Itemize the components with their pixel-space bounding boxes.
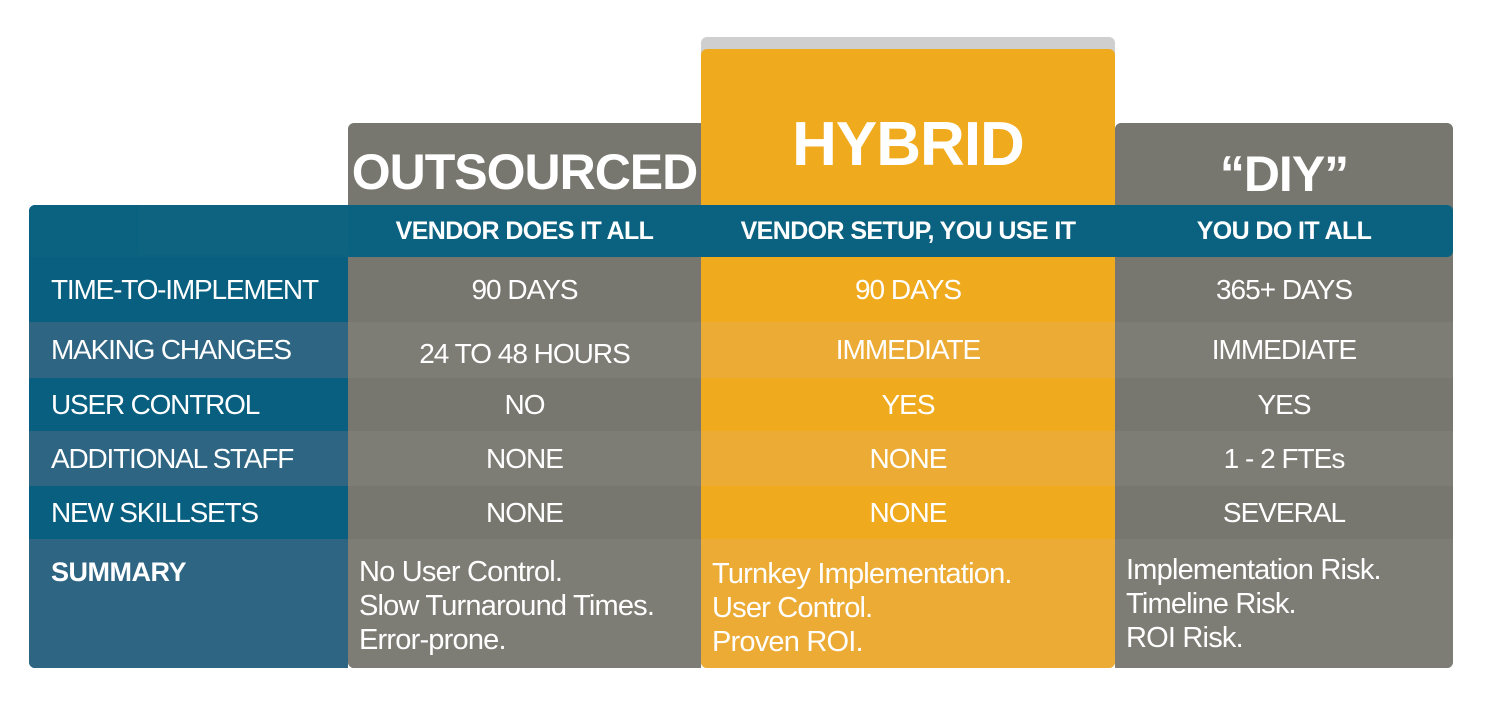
row-label-new-skillsets: NEW SKILLSETS: [29, 486, 348, 539]
subtitle-diy: YOU DO IT ALL: [1196, 216, 1372, 245]
cell-outsourced-new-skillsets: NONE: [486, 496, 564, 528]
cell-diy-making-changes: IMMEDIATE: [1115, 322, 1453, 378]
row-label-user-control: USER CONTROL: [29, 378, 348, 431]
row-label-additional-staff: ADDITIONAL STAFF: [29, 431, 348, 486]
cell-hybrid-user-control: YES: [881, 388, 935, 420]
cell-diy-time-to-implement: 365+ DAYS: [1215, 273, 1353, 305]
label-panel-header-band: [29, 205, 348, 257]
summary-line: Proven ROI.: [712, 626, 864, 658]
subtitle-hybrid: VENDOR SETUP, YOU USE IT: [740, 216, 1076, 245]
cell-outsourced-time-to-implement: 90 DAYS: [471, 273, 578, 305]
cell-diy-new-skillsets: SEVERAL: [1222, 496, 1346, 528]
cell-outsourced-summary: No User Control. Slow Turnaround Times. …: [348, 539, 701, 668]
column-title-diy: “DIY”: [1219, 146, 1349, 202]
cell-hybrid-summary: Turnkey Implementation. User Control. Pr…: [701, 539, 1115, 668]
summary-line: Slow Turnaround Times.: [359, 590, 655, 622]
summary-line: Implementation Risk.: [1126, 554, 1382, 586]
cell-diy-user-control: YES: [1257, 388, 1311, 420]
cell-hybrid-new-skillsets: NONE: [869, 496, 948, 528]
summary-line: User Control.: [712, 592, 873, 624]
row-label-panel: TIME-TO-IMPLEMENT MAKING CHANGES USER CO…: [29, 205, 348, 668]
cell-hybrid-time-to-implement: 90 DAYS: [854, 273, 962, 305]
subheader-band: VENDOR DOES IT ALL VENDOR SETUP, YOU USE…: [348, 205, 1453, 257]
summary-line: Turnkey Implementation.: [712, 558, 1012, 590]
summary-line: ROI Risk.: [1126, 622, 1244, 654]
cell-diy-additional-staff: 1 - 2 FTEs: [1115, 431, 1453, 486]
summary-line: No User Control.: [359, 556, 563, 588]
cell-hybrid-additional-staff: NONE: [701, 431, 1115, 486]
summary-line: Error-prone.: [359, 624, 507, 656]
cell-diy-summary: Implementation Risk. Timeline Risk. ROI …: [1115, 539, 1453, 668]
column-title-outsourced: OUTSOURCED: [351, 144, 699, 200]
summary-line: Timeline Risk.: [1126, 588, 1297, 620]
row-label-summary: SUMMARY: [29, 539, 348, 668]
cell-outsourced-user-control: NO: [504, 388, 546, 420]
column-hybrid: HYBRID 90 DAYS IMMEDIATE YES NONE NONE T…: [701, 49, 1115, 668]
column-title-hybrid: HYBRID: [792, 110, 1025, 179]
cell-hybrid-making-changes: IMMEDIATE: [701, 322, 1115, 378]
subtitle-outsourced: VENDOR DOES IT ALL: [395, 216, 654, 245]
cell-outsourced-additional-staff: NONE: [348, 431, 701, 486]
row-label-making-changes: MAKING CHANGES: [29, 322, 348, 378]
cell-outsourced-making-changes: 24 TO 48 HOURS: [348, 322, 701, 378]
row-label-time-to-implement: TIME-TO-IMPLEMENT: [29, 257, 348, 322]
